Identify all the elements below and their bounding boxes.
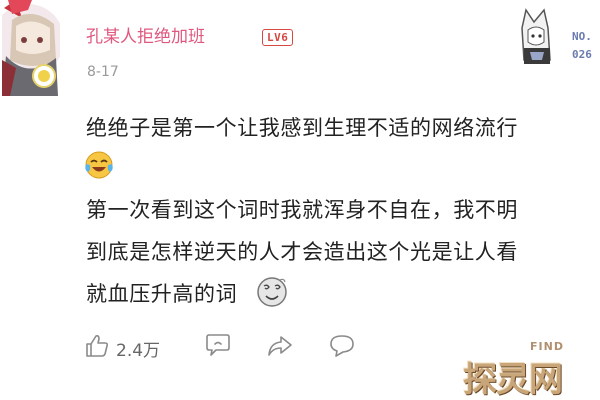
fan-badge-label: NO. [572,30,592,43]
comment-line-1: 绝绝子是第一个让我感到生理不适的网络流行 [86,116,518,140]
avatar[interactable] [2,0,60,96]
like-count: 2.4万 [116,340,161,361]
dislike-bubble-icon [204,333,232,363]
comment-button[interactable] [328,333,356,363]
share-arrow-icon [266,333,294,363]
comment-bubble-icon [328,333,356,363]
share-button[interactable] [266,333,294,363]
comment-author[interactable]: 孔某人拒绝加班 [86,22,205,47]
watermark-logo: 探灵网 [463,360,563,400]
dizzy-sticker-emoji [256,276,288,312]
tears-of-laughter-emoji [84,150,114,184]
comment-line-4: 就血压升高的词 [86,282,238,306]
comment-date: 8-17 [87,64,119,80]
comment-line-2: 第一次看到这个词时我就浑身不自在，我不明 [86,198,518,222]
like-button[interactable]: 2.4万 [84,333,160,363]
comment-line-3: 到底是怎样逆天的人才会造出这个光是让人看 [86,240,518,264]
fan-badge-number: 026 [572,48,592,61]
thumbs-up-icon [84,333,110,363]
level-badge: LV6 [262,29,294,46]
dislike-button[interactable] [204,333,232,363]
